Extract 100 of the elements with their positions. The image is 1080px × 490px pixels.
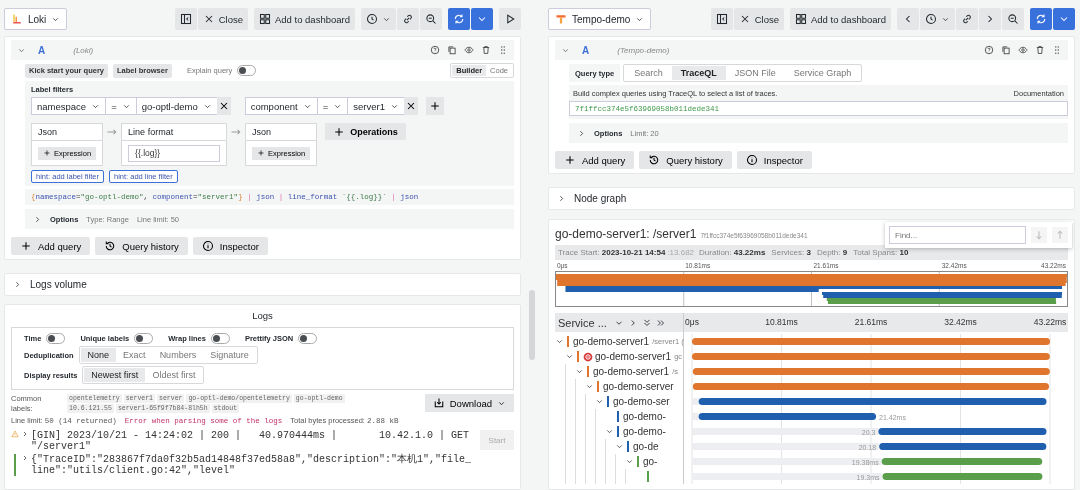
query-type-tab[interactable]: TraceQL (671, 66, 726, 80)
toggle-switch[interactable] (134, 333, 154, 344)
dedup-option[interactable]: Numbers (152, 348, 204, 362)
grid-icon (795, 13, 807, 25)
toggle-switch[interactable] (210, 333, 230, 344)
service-name[interactable]: go-demo-server (603, 381, 674, 392)
collapse-header[interactable]: Node graph (548, 187, 1075, 210)
refresh-interval-button[interactable] (1053, 8, 1075, 30)
expand-all-icon[interactable] (655, 317, 666, 328)
refresh-button[interactable] (448, 8, 470, 30)
zoom-out-button[interactable] (1002, 8, 1024, 30)
refresh-button[interactable] (1030, 8, 1052, 30)
service-name[interactable]: go-demo-server1 (595, 351, 672, 362)
datasource-logo-icon (555, 13, 567, 25)
caret-icon[interactable] (615, 442, 624, 451)
previous-button[interactable] (897, 8, 919, 30)
service-name[interactable]: go-demo-server1 (593, 366, 670, 377)
service-name[interactable]: go-demo-ser (613, 396, 670, 407)
eye-icon[interactable] (1018, 45, 1028, 55)
drag-handle-icon[interactable] (498, 45, 508, 55)
caret-icon[interactable] (555, 337, 564, 346)
query-history-button[interactable]: Query history (639, 151, 732, 169)
caret-icon[interactable] (21, 430, 29, 438)
refresh-interval-button[interactable] (471, 8, 493, 30)
operations-button[interactable]: Operations (325, 123, 406, 140)
run-query-button[interactable] (499, 8, 521, 30)
caret-icon[interactable] (605, 427, 614, 436)
play-icon (504, 13, 516, 25)
add-to-dashboard-button[interactable]: Add to dashboard (254, 8, 355, 30)
time-picker-button[interactable] (920, 8, 955, 30)
caret-icon[interactable] (21, 454, 29, 462)
query-type-tab[interactable]: JSON File (725, 66, 785, 80)
stat-value: 43.22ms (733, 248, 766, 257)
copy-icon[interactable] (1001, 45, 1011, 55)
service-name[interactable]: go-demo- (623, 411, 666, 422)
trash-icon[interactable] (1035, 45, 1045, 55)
split-view-button[interactable] (710, 8, 733, 30)
sort-option[interactable]: Newest first (84, 368, 146, 382)
next-button[interactable] (979, 8, 1001, 30)
copy-icon[interactable] (447, 45, 457, 55)
sort-option[interactable]: Oldest first (145, 368, 203, 382)
eye-icon[interactable] (464, 45, 474, 55)
caret-icon[interactable] (557, 194, 566, 203)
caret-icon[interactable] (13, 280, 22, 289)
caret-icon[interactable] (585, 382, 594, 391)
close-button[interactable]: Close (733, 8, 784, 30)
toggle-switch[interactable] (46, 333, 66, 344)
tick-label: 0μs (685, 317, 699, 327)
collapse-header[interactable]: Logs volume (4, 273, 521, 296)
line-format-field[interactable]: {{.log}} (128, 144, 221, 162)
label-select[interactable]: namespace (31, 97, 107, 115)
service-name[interactable]: go-demo- (623, 426, 666, 437)
zoom-out-button[interactable] (420, 8, 442, 30)
query-history-button[interactable]: Query history (95, 237, 188, 255)
time-picker-button[interactable] (361, 8, 396, 30)
query-letter: A (582, 44, 590, 56)
caret-icon[interactable] (577, 128, 586, 138)
caret-icon[interactable] (625, 457, 634, 466)
caret-icon[interactable] (33, 214, 42, 224)
add-query-button[interactable]: Add query (555, 151, 635, 169)
query-type-tab[interactable]: Service Graph (784, 66, 861, 80)
operator-select[interactable]: = (105, 97, 137, 115)
add-query-button[interactable]: Add query (11, 237, 91, 255)
share-link-button[interactable] (956, 8, 978, 30)
value-select[interactable]: server1 (347, 97, 405, 115)
close-button[interactable]: Close (197, 8, 248, 30)
operation-title: Line format (122, 124, 227, 141)
datasource-picker[interactable]: Tempo-demo (548, 8, 652, 30)
datasource-picker[interactable]: Loki (4, 8, 68, 30)
label-select[interactable]: component (244, 97, 318, 115)
dedup-option[interactable]: None (80, 348, 117, 362)
scrollbar-thumb[interactable] (529, 290, 535, 360)
help-icon[interactable] (984, 45, 994, 55)
collapse-all-icon[interactable] (641, 317, 652, 328)
service-name[interactable]: go- (643, 456, 658, 467)
caret-icon[interactable] (595, 397, 604, 406)
operator-select[interactable]: = (316, 97, 349, 115)
split-view-button[interactable] (174, 8, 197, 30)
dedup-option[interactable]: Signature (203, 348, 256, 362)
info-icon (201, 240, 214, 252)
add-filter-button[interactable] (425, 97, 444, 115)
query-type-tab[interactable]: Search (625, 66, 672, 80)
caret-icon[interactable] (565, 352, 574, 361)
service-name[interactable]: go-de (633, 441, 659, 452)
inspector-button[interactable]: Inspector (736, 151, 812, 169)
caret-icon[interactable] (575, 367, 584, 376)
toggle-switch[interactable] (298, 333, 318, 344)
add-to-dashboard-button[interactable]: Add to dashboard (790, 8, 891, 30)
dedup-option[interactable]: Exact (116, 348, 153, 362)
help-icon[interactable] (430, 45, 440, 55)
share-link-button[interactable] (397, 8, 419, 30)
drag-handle-icon[interactable] (1052, 45, 1062, 55)
find-field[interactable]: Find... (889, 226, 1026, 244)
zoom-out-icon (1007, 13, 1019, 25)
value-select[interactable]: go-optl-demo (135, 97, 218, 115)
inspector-button[interactable]: Inspector (192, 237, 268, 255)
trash-icon[interactable] (481, 45, 491, 55)
download-button[interactable]: Download (424, 394, 514, 412)
toggle-switch[interactable] (237, 65, 257, 76)
service-name[interactable]: go-demo-server1 (573, 336, 650, 347)
